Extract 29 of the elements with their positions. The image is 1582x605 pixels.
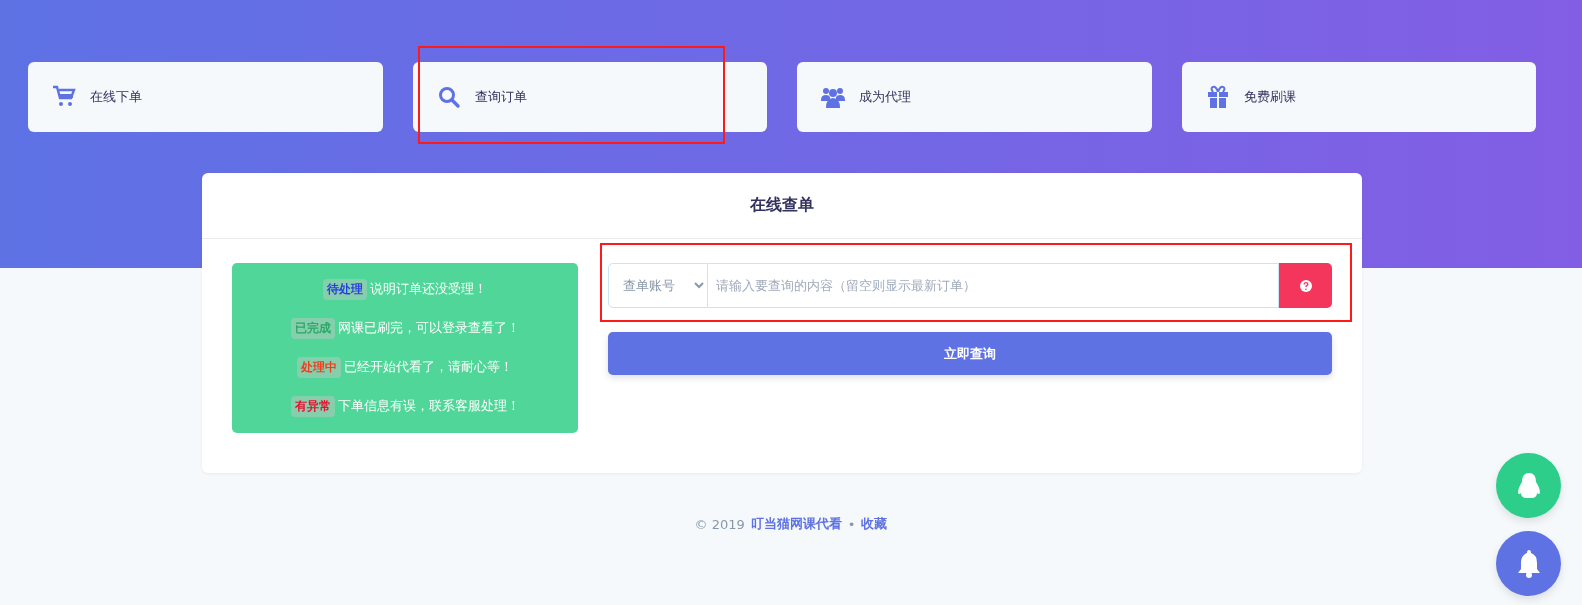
penguin-icon	[1515, 471, 1542, 500]
notification-button[interactable]	[1496, 531, 1561, 596]
status-badge: 已完成	[290, 318, 335, 339]
help-button[interactable]	[1279, 263, 1332, 308]
status-badge: 处理中	[297, 357, 341, 378]
gift-icon	[1205, 85, 1230, 109]
question-icon	[1299, 279, 1312, 292]
status-description: 下单信息有误，联系客服处理！	[337, 398, 520, 415]
card-title: 在线查单	[750, 195, 814, 216]
search-icon	[436, 85, 461, 109]
site-link[interactable]: 叮当猫网课代看	[750, 515, 842, 533]
nav-card[interactable]: 查询订单	[412, 62, 767, 132]
nav-card[interactable]: 免费刷课	[1181, 62, 1536, 132]
status-description: 说明订单还没受理！	[370, 281, 487, 298]
status-description: 网课已刷完，可以登录查看了！	[337, 320, 520, 337]
status-badge: 有异常	[290, 396, 335, 417]
nav-card[interactable]: 在线下单	[28, 62, 383, 132]
separator-dot: •	[847, 516, 856, 532]
status-badge: 待处理	[323, 279, 367, 300]
chat-button[interactable]	[1496, 453, 1561, 518]
users-icon	[821, 85, 845, 109]
nav-card[interactable]: 成为代理	[797, 62, 1152, 132]
cart-icon	[52, 85, 76, 109]
copyright-text: © 2019	[694, 516, 745, 532]
bell-icon	[1515, 548, 1542, 579]
search-input[interactable]: 请输入要查询的内容（留空则显示最新订单）	[708, 263, 1279, 308]
query-button[interactable]: 立即查询	[608, 332, 1332, 375]
bookmark-link[interactable]: 收藏	[861, 515, 888, 533]
status-description: 已经开始代看了，请耐心等！	[344, 359, 513, 376]
